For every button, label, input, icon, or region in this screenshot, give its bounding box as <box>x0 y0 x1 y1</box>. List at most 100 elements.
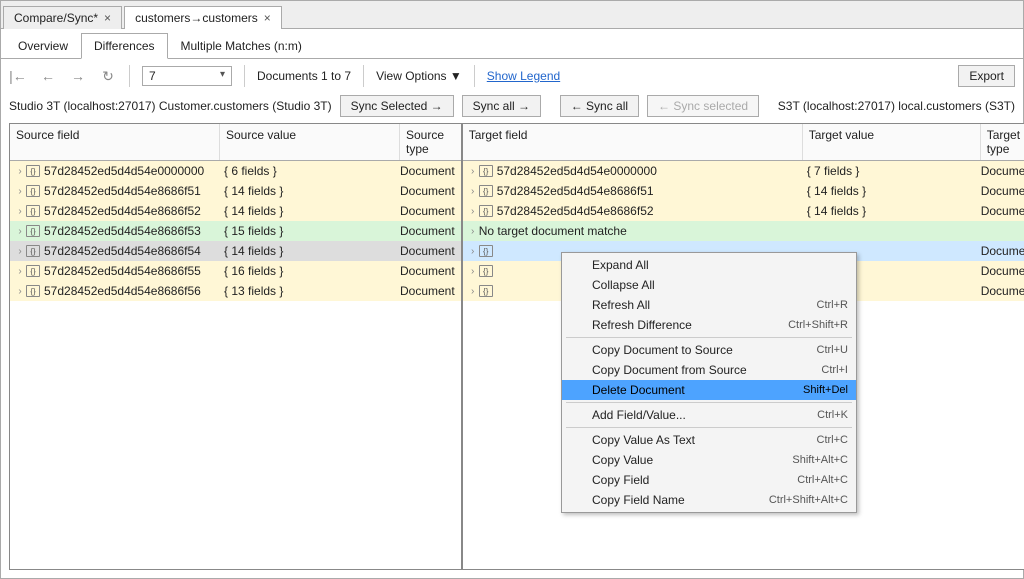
chevron-right-icon[interactable]: › <box>14 286 26 297</box>
menu-shortcut: Shift+Del <box>803 384 848 396</box>
menu-item[interactable]: Copy Value As TextCtrl+C <box>562 430 856 450</box>
separator <box>129 65 130 87</box>
object-icon: {} <box>26 265 40 277</box>
col-target-value[interactable]: Target value <box>803 124 981 160</box>
menu-shortcut: Ctrl+R <box>817 299 848 311</box>
table-row[interactable]: ›No target document matche <box>463 221 1024 241</box>
export-button[interactable]: Export <box>958 65 1015 87</box>
chevron-right-icon[interactable]: › <box>467 166 479 177</box>
menu-item[interactable]: Expand All <box>562 255 856 275</box>
table-row[interactable]: ›{}57d28452ed5d4d54e8686f51{ 14 fields }… <box>463 181 1024 201</box>
object-icon: {} <box>26 185 40 197</box>
refresh-icon[interactable]: ↻ <box>99 67 117 85</box>
field-value: { 15 fields } <box>224 224 400 238</box>
close-icon[interactable]: × <box>104 11 111 25</box>
field-value: { 14 fields } <box>807 184 981 198</box>
field-type: Document <box>400 184 461 198</box>
sync-all-right-button[interactable]: Sync all → <box>462 95 541 117</box>
chevron-right-icon[interactable]: › <box>14 166 26 177</box>
object-icon: {} <box>479 285 493 297</box>
menu-label: Delete Document <box>592 383 685 397</box>
source-header: Source field Source value Source type <box>10 124 461 161</box>
menu-item[interactable]: Add Field/Value...Ctrl+K <box>562 405 856 425</box>
field-type: Document <box>400 164 461 178</box>
subtab-differences[interactable]: Differences <box>81 33 167 59</box>
object-icon: {} <box>479 265 493 277</box>
field-value: { 16 fields } <box>224 264 400 278</box>
menu-shortcut: Ctrl+I <box>821 364 848 376</box>
menu-item[interactable]: Refresh DifferenceCtrl+Shift+R <box>562 315 856 335</box>
field-id: 57d28452ed5d4d54e8686f53 <box>44 224 201 238</box>
field-value: { 14 fields } <box>224 184 400 198</box>
field-id: 57d28452ed5d4d54e0000000 <box>497 164 657 178</box>
menu-item[interactable]: Copy Field NameCtrl+Shift+Alt+C <box>562 490 856 510</box>
sync-all-left-button[interactable]: ← Sync all <box>560 95 639 117</box>
field-id: 57d28452ed5d4d54e8686f52 <box>44 204 201 218</box>
menu-item[interactable]: Delete Document Shift+Del <box>562 380 856 400</box>
object-icon: {} <box>26 225 40 237</box>
chevron-right-icon[interactable]: › <box>467 266 479 277</box>
menu-item[interactable]: Copy ValueShift+Alt+C <box>562 450 856 470</box>
subtab-overview[interactable]: Overview <box>5 33 81 58</box>
next-icon[interactable]: → <box>69 67 87 85</box>
table-row[interactable]: ›{}57d28452ed5d4d54e8686f52{ 14 fields }… <box>10 201 461 221</box>
sync-selected-right-button[interactable]: Sync Selected → <box>340 95 454 117</box>
tab-compare-sync[interactable]: Compare/Sync*× <box>3 6 122 29</box>
chevron-right-icon[interactable]: › <box>467 246 479 257</box>
subtab-multiple[interactable]: Multiple Matches (n:m) <box>168 33 315 58</box>
prev-icon[interactable]: ← <box>39 67 57 85</box>
menu-shortcut: Ctrl+Shift+Alt+C <box>769 494 848 506</box>
show-legend-link[interactable]: Show Legend <box>487 69 560 83</box>
col-source-value[interactable]: Source value <box>220 124 400 160</box>
field-type: Document <box>981 284 1024 298</box>
field-value: { 7 fields } <box>807 164 981 178</box>
col-source-field[interactable]: Source field <box>10 124 220 160</box>
field-value: { 14 fields } <box>224 244 400 258</box>
table-row[interactable]: ›{}57d28452ed5d4d54e8686f54{ 14 fields }… <box>10 241 461 261</box>
menu-item[interactable]: Copy Document to SourceCtrl+U <box>562 340 856 360</box>
table-row[interactable]: ›{}57d28452ed5d4d54e8686f52{ 14 fields }… <box>463 201 1024 221</box>
menu-shortcut: Ctrl+K <box>817 409 848 421</box>
object-icon: {} <box>26 205 40 217</box>
table-row[interactable]: ›{}57d28452ed5d4d54e0000000{ 6 fields }D… <box>10 161 461 181</box>
table-row[interactable]: ›{} 57d28452ed5d4d54e8686f53 { 15 fields }… <box>10 221 461 241</box>
chevron-right-icon[interactable]: › <box>467 206 479 217</box>
separator <box>474 65 475 87</box>
chevron-right-icon[interactable]: › <box>467 186 479 197</box>
table-row[interactable]: ›{}57d28452ed5d4d54e8686f56{ 13 fields }… <box>10 281 461 301</box>
tab-customers[interactable]: customers→customers× <box>124 6 282 29</box>
field-id: 57d28452ed5d4d54e8686f51 <box>44 184 201 198</box>
chevron-right-icon[interactable]: › <box>14 266 26 277</box>
object-icon: {} <box>479 205 493 217</box>
first-icon[interactable]: |← <box>9 67 27 85</box>
chevron-right-icon[interactable]: › <box>14 226 26 237</box>
nav-toolbar: |← ← → ↻ 7 Documents 1 to 7 View Options… <box>1 59 1023 93</box>
field-id: 57d28452ed5d4d54e8686f55 <box>44 264 201 278</box>
chevron-right-icon[interactable]: › <box>14 206 26 217</box>
chevron-right-icon[interactable]: › <box>467 286 479 297</box>
table-row[interactable]: ›{}57d28452ed5d4d54e0000000{ 7 fields }D… <box>463 161 1024 181</box>
menu-shortcut: Ctrl+C <box>817 434 848 446</box>
page-select[interactable]: 7 <box>142 66 232 86</box>
field-id: 57d28452ed5d4d54e0000000 <box>44 164 204 178</box>
menu-separator <box>566 427 852 428</box>
menu-item[interactable]: Refresh AllCtrl+R <box>562 295 856 315</box>
col-target-type[interactable]: Target type <box>981 124 1024 160</box>
col-source-type[interactable]: Source type <box>400 124 461 160</box>
chevron-right-icon[interactable]: › <box>14 246 26 257</box>
diff-panes: Source field Source value Source type ›{… <box>1 123 1023 578</box>
chevron-right-icon[interactable]: › <box>14 186 26 197</box>
target-title: S3T (localhost:27017) local.customers (S… <box>778 99 1015 113</box>
field-id: 57d28452ed5d4d54e8686f51 <box>497 184 654 198</box>
view-options[interactable]: View Options ▼ <box>376 69 462 83</box>
table-row[interactable]: ›{} 57d28452ed5d4d54e8686f55 { 16 fields }… <box>10 261 461 281</box>
menu-shortcut: Ctrl+Alt+C <box>797 474 848 486</box>
menu-item[interactable]: Collapse All <box>562 275 856 295</box>
chevron-right-icon[interactable]: › <box>467 226 479 237</box>
table-row[interactable]: ›{} 57d28452ed5d4d54e8686f51 { 14 fields }… <box>10 181 461 201</box>
sync-selected-left-button[interactable]: ← Sync selected <box>647 95 759 117</box>
col-target-field[interactable]: Target field <box>463 124 803 160</box>
menu-item[interactable]: Copy Document from SourceCtrl+I <box>562 360 856 380</box>
menu-item[interactable]: Copy FieldCtrl+Alt+C <box>562 470 856 490</box>
close-icon[interactable]: × <box>264 11 271 25</box>
